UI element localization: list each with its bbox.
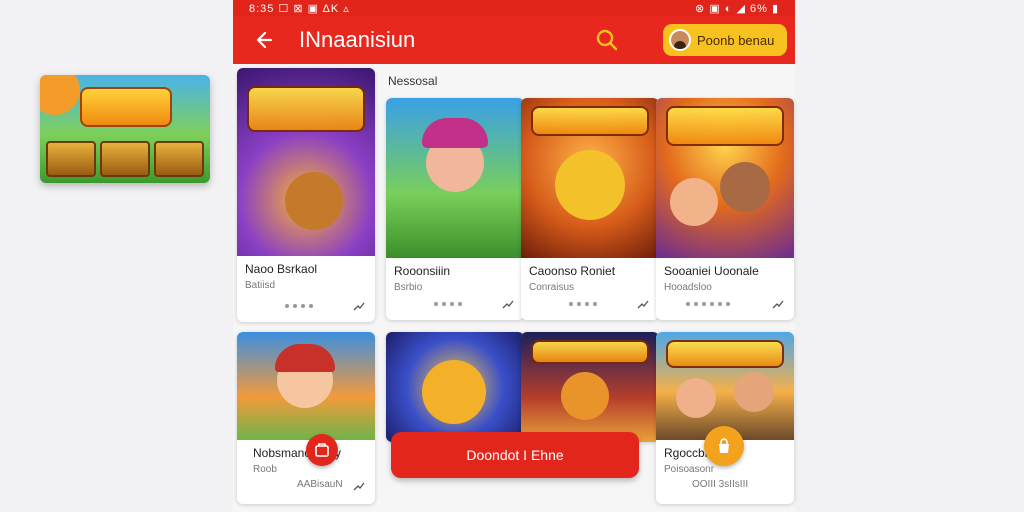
- game-developer: Roob: [253, 464, 277, 475]
- app-bar: INnaanisiun Poonb benau: [233, 16, 795, 64]
- side-promo-banner[interactable]: [40, 75, 210, 183]
- rating-dots: [569, 302, 597, 306]
- trend-icon: [353, 482, 365, 491]
- app-title: INnaanisiun: [299, 27, 416, 52]
- game-card[interactable]: Rooonsiiin Bsrbio: [386, 98, 524, 320]
- status-right: ⊗ ▣ ◐ ◢ 6% ▮: [695, 2, 779, 15]
- store-icon[interactable]: [306, 434, 338, 466]
- game-developer: Bsrbio: [394, 282, 423, 293]
- game-card[interactable]: Rgoccbrs Poisoasonr OOIII 3sIIsIII: [656, 332, 794, 504]
- game-card[interactable]: [386, 332, 524, 442]
- character-figure: [676, 378, 716, 418]
- game-logo: [247, 86, 365, 132]
- promo-tile: [154, 141, 204, 177]
- promo-tile: [46, 141, 96, 177]
- game-art: [386, 332, 524, 442]
- game-card[interactable]: Caoonso Roniet Conraisus: [521, 98, 659, 320]
- game-developer: Batiisd: [245, 280, 276, 291]
- game-art: [237, 332, 375, 440]
- rating-dots: [686, 302, 730, 306]
- game-art: [656, 98, 794, 258]
- trend-icon: [637, 300, 649, 309]
- phone-screen: 8:35 ☐ ⊠ ▣ ΔΚ ▵ ⊗ ▣ ◐ ◢ 6% ▮ INnaanisiun…: [233, 0, 795, 512]
- game-developer: Hooadsloo: [664, 282, 712, 293]
- status-left: 8:35 ☐ ⊠ ▣ ΔΚ ▵: [249, 2, 350, 15]
- rating-dots: [434, 302, 462, 306]
- section-label: Nessosal: [388, 74, 438, 88]
- mascot-figure: [555, 150, 625, 220]
- game-name: Sooaniei Uoonale: [664, 264, 759, 278]
- game-extra: OOIII 3sIIsIII: [692, 479, 749, 490]
- game-extra: AABisauN: [297, 479, 343, 490]
- game-name: Rooonsiiin: [394, 264, 451, 278]
- game-card[interactable]: Nobsmanoo Ssy Roob AABisauN: [237, 332, 375, 504]
- search-icon[interactable]: [593, 26, 621, 54]
- promo-tile: [100, 141, 150, 177]
- game-card[interactable]: Sooaniei Uoonale Hooadsloo: [656, 98, 794, 320]
- download-button[interactable]: Doondot I Ehne: [391, 432, 639, 478]
- character-figure: [670, 178, 718, 226]
- game-card[interactable]: [521, 332, 659, 442]
- game-art: [521, 98, 659, 258]
- avatar: [669, 29, 691, 51]
- trend-icon: [353, 302, 365, 311]
- game-name: Naoo Bsrkaol: [245, 262, 318, 276]
- character-figure: [720, 162, 770, 212]
- trend-icon: [772, 300, 784, 309]
- sun-decoration: [40, 75, 80, 115]
- game-art: [386, 98, 524, 258]
- promo-logo: [80, 87, 172, 127]
- trend-icon: [502, 300, 514, 309]
- game-name: Caoonso Roniet: [529, 264, 616, 278]
- bag-icon[interactable]: [704, 426, 744, 466]
- game-card[interactable]: Naoo Bsrkaol Batiisd: [237, 68, 375, 322]
- game-logo: [531, 106, 649, 136]
- hat-shape: [275, 344, 335, 372]
- mascot-figure: [422, 360, 486, 424]
- game-developer: Conraisus: [529, 282, 575, 293]
- game-logo: [666, 106, 784, 146]
- character-figure: [734, 372, 774, 412]
- game-logo: [666, 340, 784, 368]
- game-art: [237, 68, 375, 256]
- back-arrow-icon[interactable]: [245, 22, 281, 58]
- game-art: [656, 332, 794, 440]
- mascot-figure: [561, 372, 609, 420]
- promo-tiles: [46, 141, 204, 177]
- status-bar: 8:35 ☐ ⊠ ▣ ΔΚ ▵ ⊗ ▣ ◐ ◢ 6% ▮: [233, 0, 795, 16]
- rating-dots: [285, 304, 313, 308]
- mascot-figure: [285, 172, 343, 230]
- game-art: [521, 332, 659, 442]
- account-button[interactable]: Poonb benau: [663, 24, 787, 56]
- hat-shape: [422, 118, 488, 148]
- game-logo: [531, 340, 649, 364]
- account-label: Poonb benau: [697, 32, 775, 48]
